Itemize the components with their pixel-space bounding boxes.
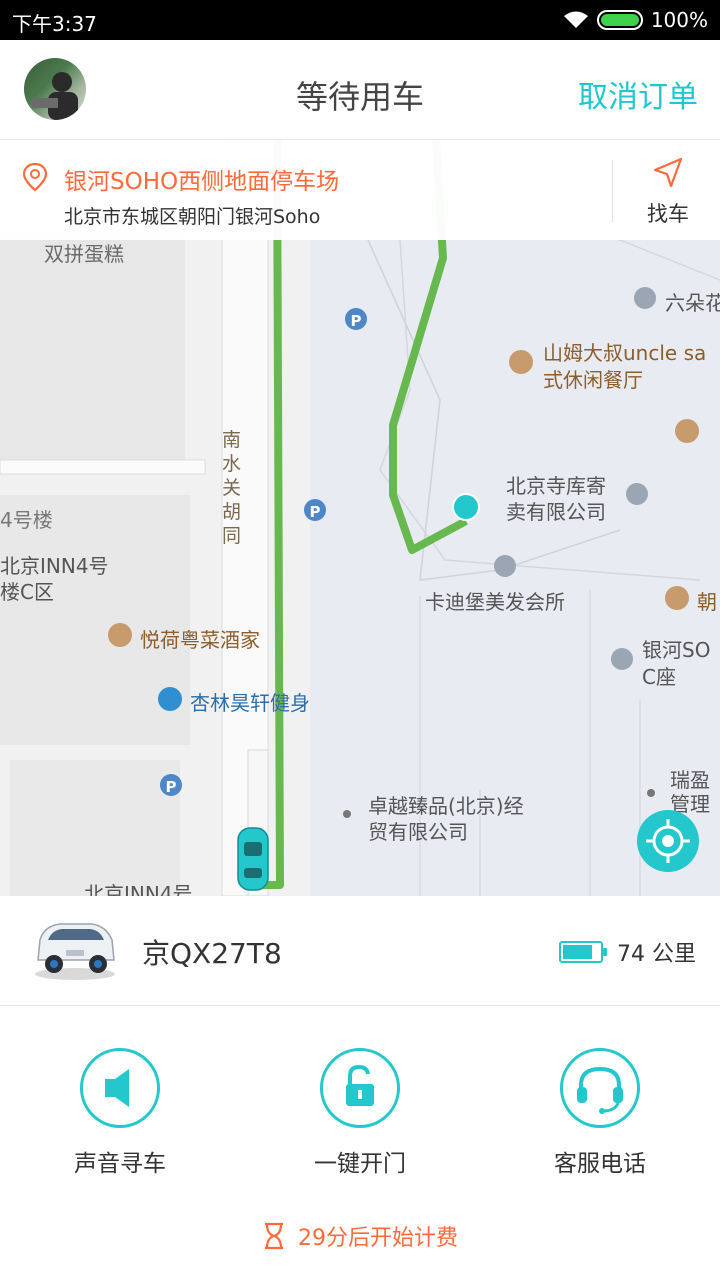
status-bar: 下午3:37 100% xyxy=(0,0,720,40)
license-plate: 京QX27T8 xyxy=(142,937,282,970)
shop-icon xyxy=(626,483,648,505)
salon-icon xyxy=(494,555,516,577)
map-label: 卖有限公司 xyxy=(506,500,606,524)
unlock-door-button[interactable]: 一键开门 xyxy=(290,1048,430,1188)
map-label: 北京寺库寄 xyxy=(506,474,606,498)
parking-lot-name: 银河SOHO西侧地面停车场 xyxy=(64,169,340,195)
map-label: 银河SO xyxy=(642,638,711,662)
poi-dot-icon xyxy=(647,789,655,797)
fitness-icon xyxy=(158,687,182,711)
my-location-button[interactable] xyxy=(637,810,699,872)
poi-dot-icon xyxy=(343,810,351,818)
map-label: 楼C区 xyxy=(0,580,54,604)
map-view[interactable]: P P P 双拼蛋糕 六朵花 山姆大叔uncle sa 式休闲餐厅 南水关胡同 … xyxy=(0,140,720,896)
destination-marker xyxy=(452,493,480,521)
map-label: 朝 xyxy=(697,590,717,614)
poi-icon xyxy=(634,287,656,309)
header-bar: 等待用车 取消订单 xyxy=(0,40,720,140)
map-label: 卡迪堡美发会所 xyxy=(425,590,565,614)
find-car-label: 找车 xyxy=(647,202,689,226)
battery-level-icon xyxy=(559,941,607,963)
status-time: 下午3:37 xyxy=(12,12,97,36)
restaurant-icon xyxy=(665,586,689,610)
building-icon xyxy=(611,648,633,670)
map-label: 六朵花 xyxy=(665,291,720,315)
parking-marker: P xyxy=(345,308,367,330)
svg-text:P: P xyxy=(310,503,321,521)
find-car-button[interactable]: 找车 xyxy=(620,152,716,232)
map-label: 贸有限公司 xyxy=(368,820,468,844)
map-label: 杏林昊轩健身 xyxy=(190,691,310,715)
map-label: 悦荷粤菜酒家 xyxy=(140,628,260,652)
restaurant-icon xyxy=(675,419,699,443)
svg-text:P: P xyxy=(351,312,362,330)
svg-text:P: P xyxy=(166,778,177,796)
map-label: 北京INN4号 xyxy=(0,554,109,578)
hourglass-icon xyxy=(265,1222,283,1250)
map-label: C座 xyxy=(642,665,676,689)
customer-service-button[interactable]: 客服电话 xyxy=(530,1048,670,1188)
status-right: 100% xyxy=(563,8,708,32)
restaurant-icon xyxy=(509,350,533,374)
parking-lot-address: 北京市东城区朝阳门银河Soho xyxy=(64,206,321,228)
navigation-arrow-icon xyxy=(653,157,683,188)
battery-icon xyxy=(596,10,643,30)
unlock-icon xyxy=(346,1064,374,1106)
car-info-panel: 京QX27T8 74 公里 xyxy=(0,896,720,1006)
remaining-range: 74 公里 xyxy=(617,942,696,967)
crosshair-icon xyxy=(646,819,690,863)
service-button-circle xyxy=(560,1048,640,1128)
divider xyxy=(612,160,613,222)
sound-locate-button[interactable]: 声音寻车 xyxy=(50,1048,190,1188)
customer-service-label: 客服电话 xyxy=(554,1151,646,1177)
map-label: 南水关胡同 xyxy=(222,429,242,547)
headset-icon xyxy=(577,1066,623,1114)
restaurant-icon xyxy=(108,623,132,647)
map-label: 山姆大叔uncle sa xyxy=(543,341,707,365)
map-label: 4号楼 xyxy=(0,508,53,532)
billing-countdown: 29分后开始计费 xyxy=(298,1226,458,1251)
sound-locate-label: 声音寻车 xyxy=(74,1151,166,1177)
map-label: 卓越臻品(北京)经 xyxy=(368,794,524,818)
parking-marker: P xyxy=(304,499,326,521)
wifi-icon xyxy=(563,11,588,28)
location-card: 银河SOHO西侧地面停车场 北京市东城区朝阳门银河Soho 找车 xyxy=(0,140,720,240)
map-label: 北京INN4号 xyxy=(84,882,193,896)
unlock-door-label: 一键开门 xyxy=(314,1151,406,1177)
battery-percent: 100% xyxy=(650,8,708,32)
billing-notice: 29分后开始计费 xyxy=(0,1218,720,1254)
cancel-order-button[interactable]: 取消订单 xyxy=(578,72,698,116)
sound-button-circle xyxy=(80,1048,160,1128)
car-thumbnail xyxy=(35,923,115,980)
speaker-icon xyxy=(105,1069,129,1107)
car-marker xyxy=(237,827,269,891)
map-label: 式休闲餐厅 xyxy=(543,368,643,392)
map-label: 双拼蛋糕 xyxy=(44,242,124,266)
range-indicator: 74 公里 xyxy=(559,936,696,968)
location-pin-icon xyxy=(22,162,48,192)
parking-marker: P xyxy=(160,774,182,796)
unlock-button-circle xyxy=(320,1048,400,1128)
